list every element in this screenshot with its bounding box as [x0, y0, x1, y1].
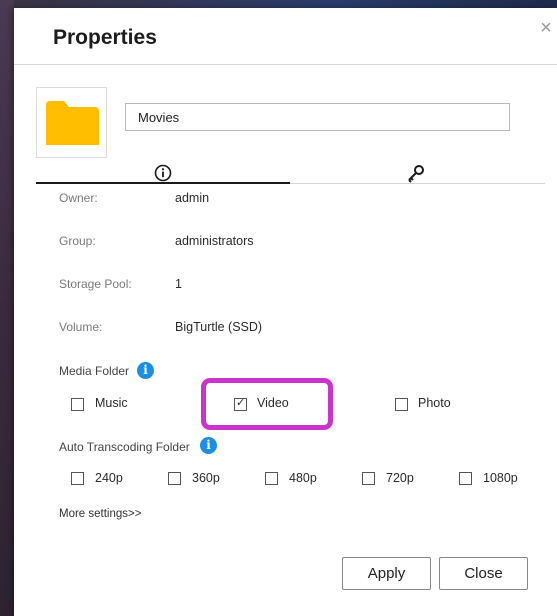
folder-icon [46, 101, 99, 145]
more-settings-link[interactable]: More settings>> [59, 508, 141, 520]
properties-dialog: Properties × Owner: admin Group: adminis… [14, 8, 557, 616]
owner-value: admin [175, 191, 210, 205]
photo-label: Photo [418, 396, 451, 410]
info-circle-icon [154, 164, 172, 182]
folder-thumbnail [36, 87, 107, 158]
transcode-360p-label: 360p [192, 471, 220, 485]
active-tab-indicator [36, 182, 290, 184]
transcode-360p-checkbox[interactable] [168, 472, 181, 485]
close-icon[interactable]: × [536, 16, 556, 40]
transcode-1080p-checkbox[interactable] [459, 472, 472, 485]
transcode-240p-checkbox[interactable] [71, 472, 84, 485]
auto-transcoding-label: Auto Transcoding Folder [59, 440, 190, 454]
transcode-720p-checkbox[interactable] [362, 472, 375, 485]
apply-button[interactable]: Apply [342, 557, 431, 590]
dialog-title: Properties [53, 26, 157, 49]
tab-divider [290, 183, 545, 184]
transcode-480p-checkbox[interactable] [265, 472, 278, 485]
group-value: administrators [175, 234, 254, 248]
music-label: Music [95, 396, 128, 410]
owner-label: Owner: [59, 191, 98, 205]
music-checkbox[interactable] [71, 398, 84, 411]
close-button[interactable]: Close [439, 557, 528, 590]
volume-label: Volume: [59, 320, 103, 334]
video-highlight-annotation [201, 378, 333, 430]
group-label: Group: [59, 234, 96, 248]
transcode-240p-label: 240p [95, 471, 123, 485]
background-left [0, 0, 14, 616]
transcoding-info-icon[interactable]: i [200, 437, 217, 454]
transcode-1080p-label: 1080p [483, 471, 518, 485]
storage-pool-label: Storage Pool: [59, 277, 132, 291]
folder-name-input[interactable] [125, 103, 510, 131]
transcode-480p-label: 480p [289, 471, 317, 485]
key-icon [408, 165, 424, 183]
photo-checkbox[interactable] [395, 398, 408, 411]
transcode-720p-label: 720p [386, 471, 414, 485]
title-divider [14, 64, 557, 65]
tab-permissions[interactable] [290, 163, 545, 185]
storage-pool-value: 1 [175, 277, 182, 291]
media-folder-info-icon[interactable]: i [137, 362, 154, 379]
volume-value: BigTurtle (SSD) [175, 320, 263, 334]
media-folder-label: Media Folder [59, 364, 130, 378]
